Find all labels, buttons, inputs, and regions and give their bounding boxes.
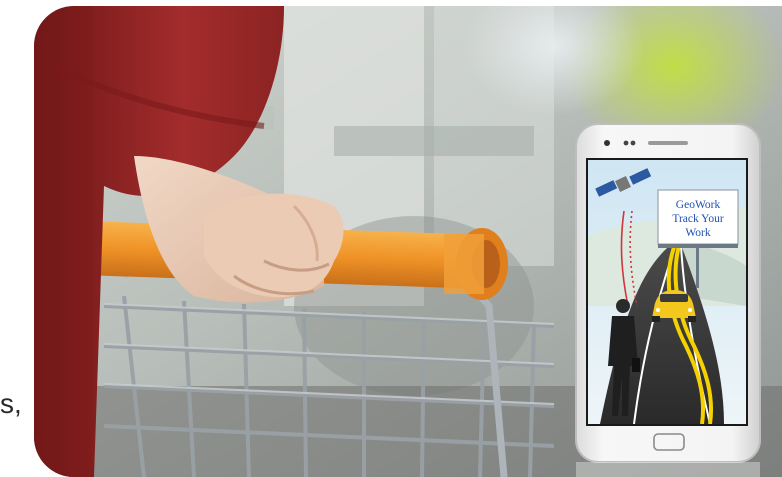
smartphone: GeoWork Track Your Work (575, 123, 761, 463)
phone-screen: GeoWork Track Your Work (588, 160, 746, 424)
billboard-line3: Work (685, 227, 711, 239)
edge-text-fragment: s, (0, 388, 22, 419)
hero-photo: GeoWork Track Your Work (34, 6, 782, 477)
billboard-line2: Track Your (672, 213, 724, 225)
page: s, GeoWork Track Your Work (0, 0, 782, 477)
billboard-line1: GeoWork (676, 199, 721, 211)
